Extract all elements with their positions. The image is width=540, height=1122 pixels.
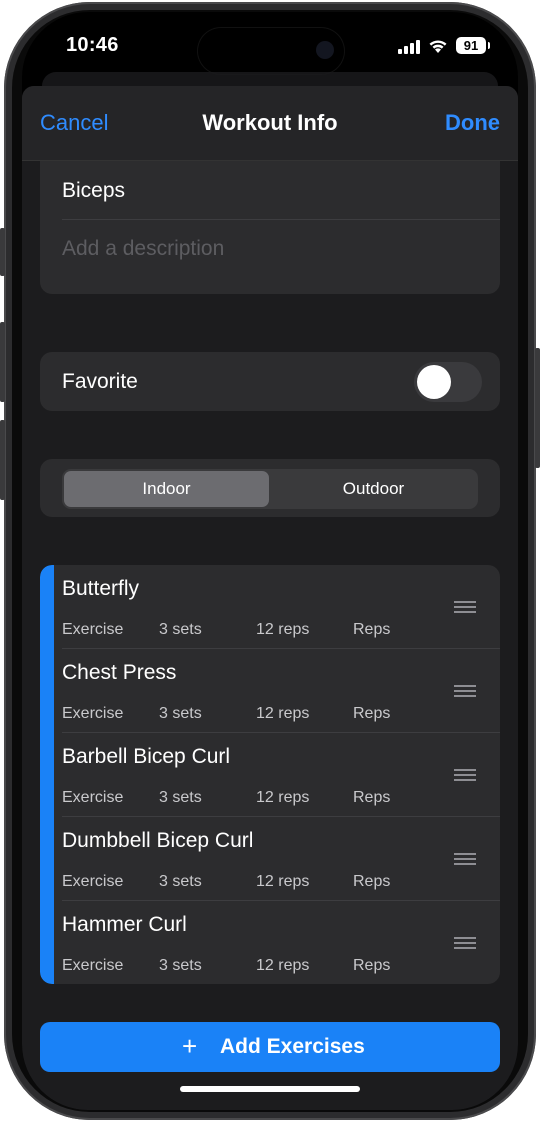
exercise-reps: 12 reps xyxy=(256,873,310,890)
exercise-sets: 3 sets xyxy=(159,621,202,638)
workout-name-field[interactable]: Biceps xyxy=(62,179,125,203)
location-segmented-control: Indoor Outdoor xyxy=(62,469,478,509)
exercise-sets: 3 sets xyxy=(159,957,202,974)
favorite-row: Favorite xyxy=(40,352,500,411)
exercise-type: Exercise xyxy=(62,789,124,806)
divider xyxy=(62,219,500,220)
plus-icon: + xyxy=(182,1031,198,1061)
exercise-reps: 12 reps xyxy=(256,789,310,806)
navigation-bar: Cancel Workout Info Done xyxy=(22,86,518,161)
favorite-toggle[interactable] xyxy=(414,362,482,402)
exercise-row[interactable]: Dumbbell Bicep Curl Exercise 3 sets 12 r… xyxy=(54,817,500,901)
exercise-mode: Reps xyxy=(353,621,391,638)
battery-tip xyxy=(488,42,490,49)
toggle-knob xyxy=(417,365,451,399)
exercise-row[interactable]: Chest Press Exercise 3 sets 12 reps Reps xyxy=(54,649,500,733)
exercise-type: Exercise xyxy=(62,957,124,974)
exercise-type: Exercise xyxy=(62,705,124,722)
exercise-type: Exercise xyxy=(62,873,124,890)
description-field[interactable]: Add a description xyxy=(62,237,224,261)
exercise-mode: Reps xyxy=(353,705,391,722)
exercise-name: Hammer Curl xyxy=(62,913,187,936)
exercise-name: Dumbbell Bicep Curl xyxy=(62,829,254,852)
exercise-reps: 12 reps xyxy=(256,957,310,974)
drag-handle-icon[interactable] xyxy=(454,769,476,781)
power-button xyxy=(535,348,540,468)
exercise-row[interactable]: Hammer Curl Exercise 3 sets 12 reps Reps xyxy=(54,901,500,984)
favorite-label: Favorite xyxy=(62,370,138,393)
dynamic-island xyxy=(198,28,344,74)
location-group: Indoor Outdoor xyxy=(40,459,500,517)
exercise-sets: 3 sets xyxy=(159,705,202,722)
status-time: 10:46 xyxy=(66,34,119,56)
exercise-mode: Reps xyxy=(353,789,391,806)
drag-handle-icon[interactable] xyxy=(454,601,476,613)
drag-handle-icon[interactable] xyxy=(454,685,476,697)
workout-details-group: Biceps Add a description xyxy=(40,161,500,294)
battery-icon: 91 xyxy=(456,37,486,54)
camera-icon xyxy=(316,41,334,59)
exercise-reps: 12 reps xyxy=(256,621,310,638)
workout-info-sheet: Cancel Workout Info Done Biceps Add a de… xyxy=(22,86,518,1110)
add-exercises-label: Add Exercises xyxy=(220,1035,365,1058)
segment-outdoor[interactable]: Outdoor xyxy=(271,471,476,507)
exercise-row[interactable]: Barbell Bicep Curl Exercise 3 sets 12 re… xyxy=(54,733,500,817)
exercise-list: Butterfly Exercise 3 sets 12 reps Reps C… xyxy=(40,565,500,984)
add-exercises-button[interactable]: + Add Exercises xyxy=(40,1022,500,1072)
cellular-signal-icon xyxy=(398,40,420,54)
action-button xyxy=(0,228,5,276)
exercise-name: Barbell Bicep Curl xyxy=(62,745,231,768)
exercise-name: Chest Press xyxy=(62,661,177,684)
exercise-mode: Reps xyxy=(353,873,391,890)
exercise-type: Exercise xyxy=(62,621,124,638)
exercise-sets: 3 sets xyxy=(159,873,202,890)
drag-handle-icon[interactable] xyxy=(454,853,476,865)
wifi-icon xyxy=(429,40,447,53)
home-indicator[interactable] xyxy=(180,1086,360,1092)
screen: 10:46 91 Cancel Workout Info Done Biceps xyxy=(22,12,518,1110)
done-button[interactable]: Done xyxy=(445,110,500,136)
page-title: Workout Info xyxy=(202,110,338,135)
list-accent-bar xyxy=(40,565,54,984)
exercise-reps: 12 reps xyxy=(256,705,310,722)
volume-up-button xyxy=(0,322,5,402)
exercise-mode: Reps xyxy=(353,957,391,974)
drag-handle-icon[interactable] xyxy=(454,937,476,949)
segment-indoor[interactable]: Indoor xyxy=(64,471,269,507)
exercise-sets: 3 sets xyxy=(159,789,202,806)
status-bar: 10:46 91 xyxy=(22,12,518,80)
volume-down-button xyxy=(0,420,5,500)
exercise-row[interactable]: Butterfly Exercise 3 sets 12 reps Reps xyxy=(54,565,500,649)
exercise-name: Butterfly xyxy=(62,577,140,600)
